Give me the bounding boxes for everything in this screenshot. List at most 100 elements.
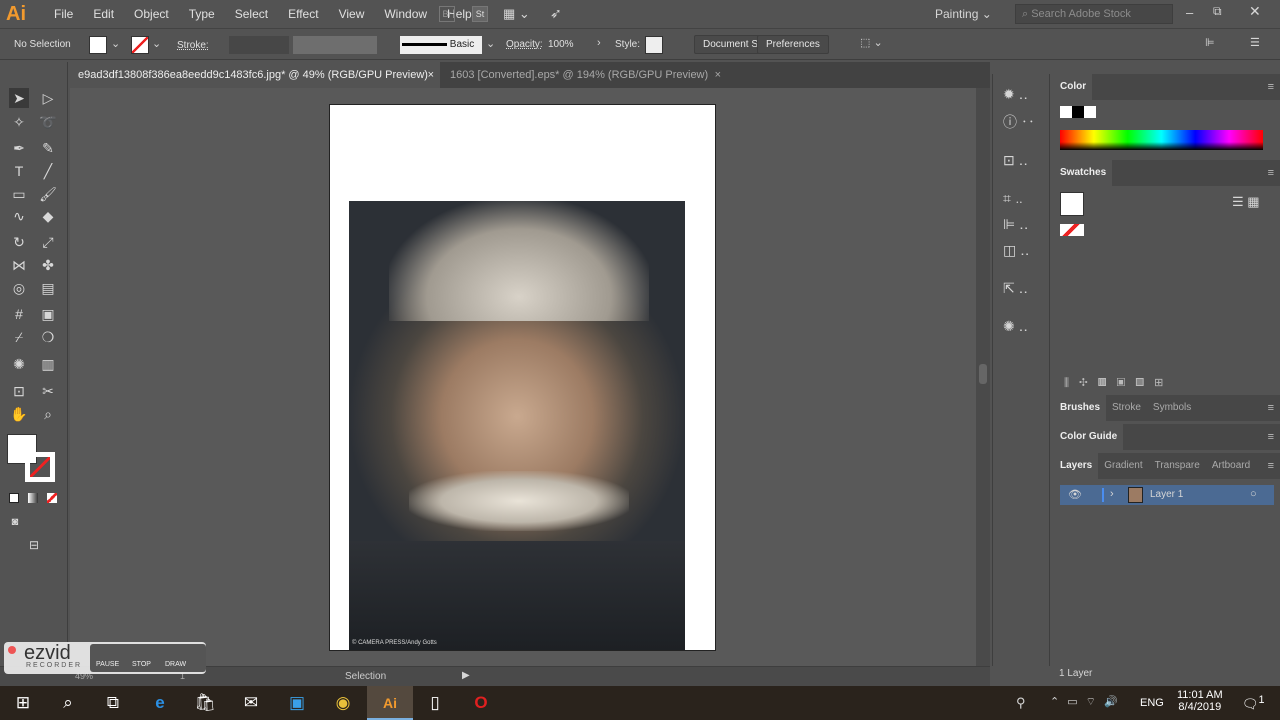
illustrator-taskbar-icon[interactable]: Ai [367, 686, 413, 720]
line-tool-icon[interactable]: ╱ [38, 161, 58, 181]
export-icon[interactable]: ⇱ ‥ [1003, 280, 1028, 297]
task-view-icon[interactable]: ⧉ [90, 686, 136, 720]
symbol-sprayer-icon[interactable]: ✺ [9, 354, 29, 374]
tab-symbols[interactable]: Symbols [1147, 395, 1197, 421]
stroke-swatch[interactable] [131, 36, 149, 54]
eraser-icon[interactable]: ◆ [38, 206, 58, 226]
panel-menu-icon[interactable]: ≡ [1268, 460, 1274, 472]
direct-selection-tool-icon[interactable]: ▷ [38, 88, 58, 108]
menu-object[interactable]: Object [124, 7, 179, 21]
clock[interactable]: 11:01 AM 8/4/2019 [1177, 689, 1223, 713]
menu-edit[interactable]: Edit [83, 7, 124, 21]
menu-select[interactable]: Select [225, 7, 278, 21]
gpu-performance-icon[interactable]: ➶ [550, 5, 562, 22]
style-swatch[interactable] [645, 36, 663, 54]
panel-menu-icon[interactable]: ≡ [1268, 81, 1274, 93]
width-tool-icon[interactable]: ⋈ [9, 255, 29, 275]
pen-tool-icon[interactable]: ✒ [9, 138, 29, 158]
pathfinder-icon[interactable]: ◫ ‥ [1003, 242, 1029, 259]
bridge-button[interactable]: Br [439, 6, 455, 22]
visibility-eye-icon[interactable]: 👁 [1068, 488, 1082, 501]
chrome-icon[interactable]: ◉ [320, 686, 366, 720]
tab-stroke[interactable]: Stroke [1106, 395, 1147, 421]
variable-width-profile[interactable] [293, 36, 377, 54]
magic-wand-icon[interactable]: ✧ [9, 112, 29, 132]
menu-view[interactable]: View [329, 7, 375, 21]
tab-brushes[interactable]: Brushes [1054, 395, 1107, 421]
color-fill-stroke[interactable] [1060, 106, 1096, 118]
mail-icon[interactable]: ✉ [228, 686, 274, 720]
tab-color-guide[interactable]: Color Guide [1054, 424, 1124, 450]
type-tool-icon[interactable]: T [9, 161, 29, 181]
opacity-input[interactable]: 100% [548, 39, 574, 50]
puppet-warp-icon[interactable]: ✤ [38, 255, 58, 275]
workspace-switcher[interactable]: Painting ⌄ [935, 7, 992, 21]
blend-tool-icon[interactable]: ❍ [38, 327, 58, 347]
menu-type[interactable]: Type [179, 7, 225, 21]
stroke-dropdown[interactable]: ⌄ [152, 37, 161, 50]
rectangle-tool-icon[interactable]: ▭ [9, 184, 29, 204]
panel-menu-icon[interactable]: ≡ [1268, 167, 1274, 179]
color-mode-icon[interactable] [9, 493, 19, 503]
brush-dropdown[interactable]: ⌄ [486, 37, 495, 50]
stroke-label[interactable]: Stroke: [177, 40, 209, 51]
shaper-tool-icon[interactable]: ∿ [9, 206, 29, 226]
tab-document-jpg[interactable]: e9ad3df13808f386ea8eedd9c1483fc6.jpg* @ … [70, 62, 440, 88]
vertical-scrollbar[interactable] [976, 88, 990, 666]
swatch-actions[interactable]: ⫼✣▦▣▤⊞ [1064, 376, 1173, 390]
file-icon[interactable]: ▯ [412, 686, 458, 720]
perspective-grid-icon[interactable]: ▤ [38, 278, 58, 298]
curvature-tool-icon[interactable]: ✎ [38, 138, 58, 158]
menu-effect[interactable]: Effect [278, 7, 328, 21]
scale-tool-icon[interactable]: ⤢ [38, 232, 58, 252]
opera-icon[interactable]: O [458, 686, 504, 720]
column-graph-icon[interactable]: ▥ [38, 354, 58, 374]
arrange-documents-icon[interactable]: ▦ ⌄ [503, 6, 530, 22]
info-icon[interactable]: ⓘ ‥ [1003, 112, 1035, 132]
restore-button[interactable]: ⧉ [1213, 4, 1222, 19]
lasso-icon[interactable]: ➰ [38, 112, 58, 132]
image-trace-icon[interactable]: ✺ ‥ [1003, 318, 1028, 335]
gradient-tool-icon[interactable]: ▣ [38, 304, 58, 324]
people-icon[interactable]: ⚲ [1016, 695, 1026, 711]
selection-tool-icon[interactable]: ➤ [9, 88, 29, 108]
remote-desktop-icon[interactable]: ▣ [274, 686, 320, 720]
store-icon[interactable]: 🛍 [182, 686, 228, 720]
panel-menu-icon[interactable]: ≡ [1268, 402, 1274, 414]
screen-mode-icon[interactable]: ⊟ [24, 535, 44, 555]
edge-icon[interactable]: e [137, 686, 183, 720]
mesh-tool-icon[interactable]: # [9, 304, 29, 324]
tab-artboards[interactable]: Artboard [1206, 453, 1256, 479]
menu-file[interactable]: File [44, 7, 83, 21]
status-menu-arrow[interactable]: ▶ [462, 670, 470, 681]
paintbrush-icon[interactable]: 🖌 [38, 184, 58, 204]
stroke-weight-input[interactable] [229, 36, 289, 54]
draw-button[interactable]: DRAW [165, 661, 186, 668]
align-icon[interactable]: ⊫ [1205, 36, 1215, 49]
slice-tool-icon[interactable]: ✂ [38, 381, 58, 401]
shape-builder-icon[interactable]: ◎ [9, 278, 29, 298]
pause-button[interactable]: PAUSE [96, 661, 119, 668]
target-circle-icon[interactable]: ○ [1250, 488, 1257, 500]
control-menu-icon[interactable]: ☰ [1250, 36, 1260, 49]
zoom-tool-icon[interactable]: ⌕ [38, 404, 58, 424]
opacity-label[interactable]: Opacity: [506, 39, 543, 50]
color-spectrum[interactable] [1060, 130, 1263, 150]
menu-window[interactable]: Window [374, 7, 437, 21]
libraries-icon[interactable]: ⊡ ‥ [1003, 152, 1028, 169]
list-view-icon[interactable]: ☰ ▦ [1232, 194, 1260, 210]
opacity-arrow[interactable]: › [597, 37, 601, 49]
tab-document-eps[interactable]: 1603 [Converted].eps* @ 194% (RGB/GPU Pr… [442, 62, 727, 88]
fill-swatch[interactable] [89, 36, 107, 54]
tab-color[interactable]: Color [1054, 74, 1093, 100]
tab-transparency[interactable]: Transpare [1149, 453, 1206, 479]
stroke-color-icon[interactable] [25, 452, 55, 482]
layer-row[interactable]: 👁 › Layer 1 ○ [1060, 485, 1274, 505]
expand-chevron-icon[interactable]: › [1110, 488, 1114, 500]
swatch-white[interactable] [1060, 192, 1084, 216]
align-panel-icon[interactable]: ⊫ ‥ [1003, 216, 1028, 233]
eyedropper-icon[interactable]: ⌿ [9, 327, 29, 347]
start-button-icon[interactable]: ⊞ [0, 686, 46, 720]
stock-button[interactable]: St [472, 6, 488, 22]
action-center-icon[interactable]: 🗨1 [1242, 694, 1265, 712]
